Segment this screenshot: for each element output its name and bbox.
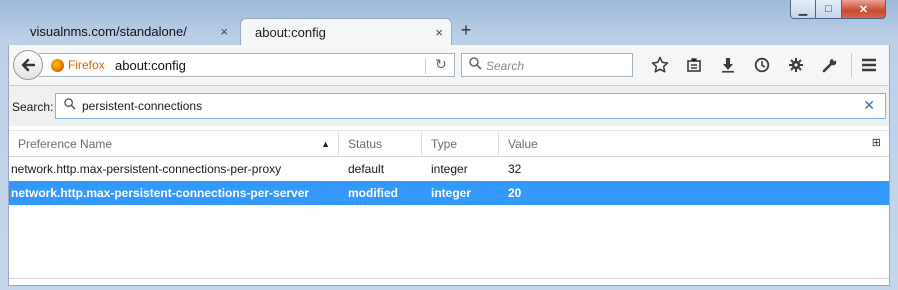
column-status[interactable]: Status bbox=[339, 131, 422, 156]
browser-window: ▁ □ ✕ visualnms.com/standalone/ × about:… bbox=[0, 0, 898, 290]
close-tab-icon[interactable]: × bbox=[435, 25, 443, 40]
table-row-selected[interactable]: network.http.max-persistent-connections-… bbox=[9, 181, 889, 205]
pref-value: 32 bbox=[508, 162, 522, 176]
history-icon[interactable] bbox=[745, 53, 779, 77]
back-arrow-icon bbox=[21, 58, 36, 72]
search-input-value: persistent-connections bbox=[82, 99, 203, 113]
column-value[interactable]: Value ⊞ bbox=[499, 131, 889, 156]
pref-status: modified bbox=[348, 186, 398, 200]
column-label: Value bbox=[508, 137, 538, 151]
search-icon bbox=[469, 57, 482, 73]
preference-list: network.http.max-persistent-connections-… bbox=[9, 157, 889, 205]
tab-strip: visualnms.com/standalone/ × about:config… bbox=[8, 15, 890, 45]
reload-icon[interactable]: ↻ bbox=[435, 56, 447, 73]
column-label: Preference Name bbox=[18, 137, 113, 151]
preference-search-input[interactable]: persistent-connections ✕ bbox=[55, 93, 886, 119]
table-row[interactable]: network.http.max-persistent-connections-… bbox=[9, 157, 889, 181]
reading-list-icon[interactable] bbox=[677, 53, 711, 77]
url-bar[interactable]: Firefox about:config ↻ bbox=[39, 53, 455, 77]
pref-type: integer bbox=[431, 186, 472, 200]
about-config-page: Search: persistent-connections ✕ Prefere… bbox=[8, 85, 890, 286]
tab-visualnms[interactable]: visualnms.com/standalone/ × bbox=[16, 18, 236, 45]
nav-toolbar: Firefox about:config ↻ Search bbox=[8, 45, 890, 85]
column-label: Type bbox=[431, 137, 458, 151]
pref-name: network.http.max-persistent-connections-… bbox=[11, 162, 282, 176]
filter-row: Search: persistent-connections ✕ bbox=[9, 86, 889, 126]
url-separator bbox=[425, 58, 426, 74]
column-header: Preference Name ▲ Status Type Value ⊞ bbox=[9, 130, 889, 157]
toolbar-icons bbox=[643, 53, 886, 77]
tab-label: visualnms.com/standalone/ bbox=[30, 24, 187, 39]
column-label: Status bbox=[348, 137, 383, 151]
identity-label: Firefox bbox=[68, 58, 105, 72]
column-picker-icon[interactable]: ⊞ bbox=[872, 136, 881, 149]
tab-about-config[interactable]: about:config × bbox=[240, 18, 452, 45]
pref-type: integer bbox=[431, 162, 468, 176]
search-bar[interactable]: Search bbox=[461, 53, 633, 77]
sort-ascending-icon: ▲ bbox=[321, 139, 330, 149]
column-type[interactable]: Type bbox=[422, 131, 499, 156]
bookmark-star-icon[interactable] bbox=[643, 53, 677, 77]
new-tab-button[interactable]: + bbox=[456, 20, 476, 41]
close-tab-icon[interactable]: × bbox=[220, 24, 228, 39]
search-label: Search: bbox=[12, 100, 54, 114]
search-placeholder: Search bbox=[486, 59, 525, 73]
gear-icon[interactable] bbox=[779, 53, 813, 77]
url-text[interactable]: about:config bbox=[115, 58, 186, 73]
back-button[interactable] bbox=[13, 50, 43, 80]
wrench-icon[interactable] bbox=[813, 53, 847, 77]
filter-search-icon bbox=[64, 98, 76, 113]
download-icon[interactable] bbox=[711, 53, 745, 77]
column-preference-name[interactable]: Preference Name ▲ bbox=[9, 131, 339, 156]
pref-status: default bbox=[348, 162, 385, 176]
pref-value: 20 bbox=[508, 186, 522, 200]
menu-icon[interactable] bbox=[851, 53, 886, 77]
list-bottom-divider bbox=[9, 278, 889, 279]
clear-search-icon[interactable]: ✕ bbox=[863, 97, 875, 114]
tab-label: about:config bbox=[255, 25, 326, 40]
firefox-logo-icon bbox=[51, 58, 64, 72]
pref-name: network.http.max-persistent-connections-… bbox=[11, 186, 310, 200]
identity-box[interactable]: Firefox bbox=[51, 58, 105, 72]
